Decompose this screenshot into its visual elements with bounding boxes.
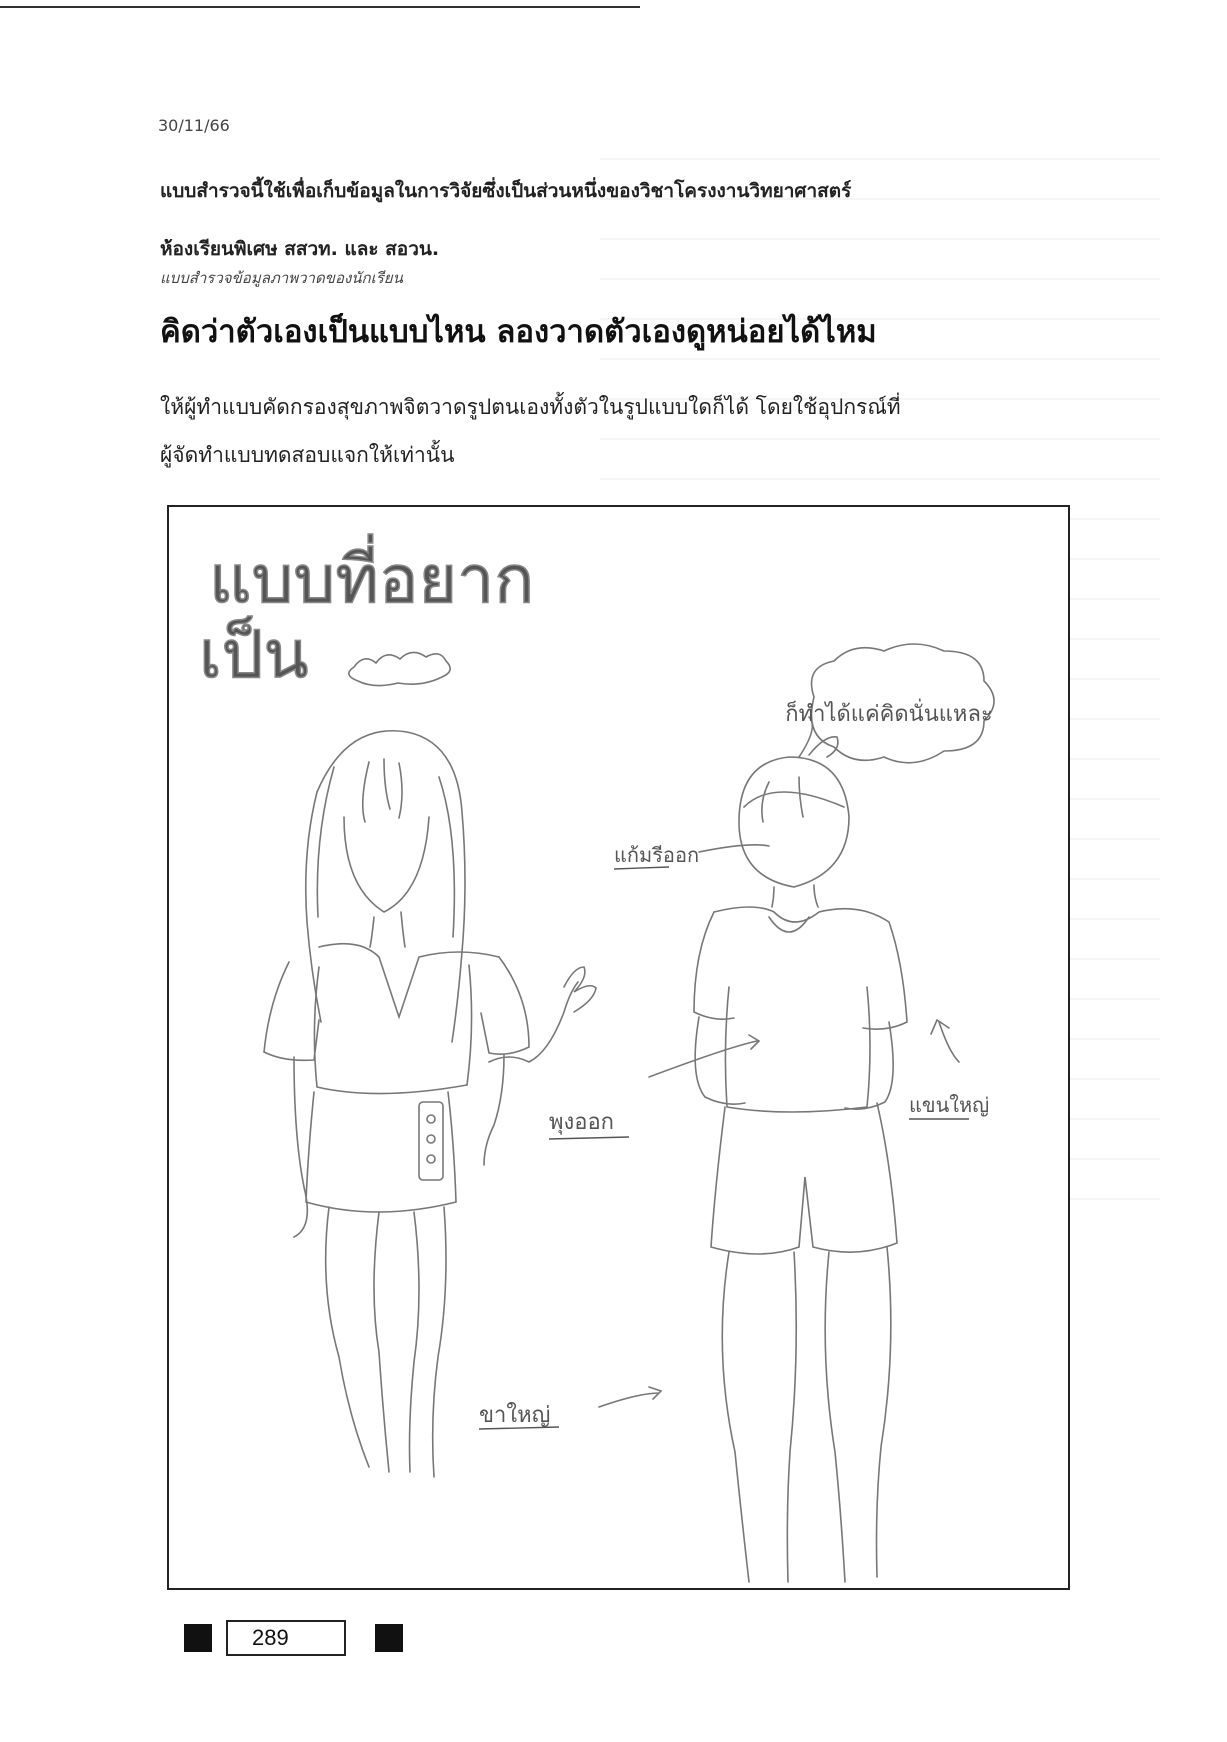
respondent-id-box: 289 bbox=[226, 1620, 346, 1656]
intro-line-1: แบบสำรวจนี้ใช้เพื่อเก็บข้อมูลในการวิจัยซ… bbox=[160, 180, 852, 202]
face-label: แก้มรีออก bbox=[614, 843, 699, 867]
drawing-title-line-1: แบบที่อยาก bbox=[209, 534, 534, 618]
left-figure bbox=[263, 730, 597, 1478]
survey-subtitle: แบบสำรวจข้อมูลภาพวาดของนักเรียน bbox=[160, 269, 403, 287]
date-label: 30/11/66 bbox=[158, 116, 230, 135]
title-cloud-icon bbox=[348, 651, 451, 687]
drawing-area: แบบที่อยาก เป็น ก็ทำได้แค่คิดนั่นแหละ แก… bbox=[167, 505, 1070, 1590]
footer-marker-left bbox=[184, 1624, 212, 1652]
legs-arrow-icon bbox=[598, 1386, 663, 1408]
face-arrow-icon bbox=[698, 844, 770, 853]
drawing-title-line-2: เป็น bbox=[199, 615, 309, 693]
belly-label: พุงออก bbox=[549, 1110, 614, 1135]
pencil-drawing: แบบที่อยาก เป็น ก็ทำได้แค่คิดนั่นแหละ แก… bbox=[198, 533, 995, 1583]
speech-bubble-text: ก็ทำได้แค่คิดนั่นแหละ bbox=[785, 698, 993, 727]
page-heading: คิดว่าตัวเองเป็นแบบไหน ลองวาดตัวเองดูหน่… bbox=[160, 314, 877, 350]
instructions-line-2: ผู้จัดทำแบบทดสอบแจกให้เท่านั้น bbox=[160, 443, 455, 467]
instructions-line-1: ให้ผู้ทำแบบคัดกรองสุขภาพจิตวาดรูปตนเองทั… bbox=[160, 395, 901, 419]
arms-arrow-icon bbox=[930, 1019, 960, 1063]
belly-arrow-icon bbox=[648, 1034, 761, 1078]
arms-label: แขนใหญ่ bbox=[909, 1093, 989, 1117]
instructions: ให้ผู้ทำแบบคัดกรองสุขภาพจิตวาดรูปตนเองทั… bbox=[160, 383, 1060, 479]
page-edge-line bbox=[0, 0, 640, 8]
legs-label: ขาใหญ่ bbox=[479, 1402, 550, 1428]
intro-text: แบบสำรวจนี้ใช้เพื่อเก็บข้อมูลในการวิจัยซ… bbox=[160, 162, 1060, 278]
footer-marker-right bbox=[375, 1624, 403, 1652]
